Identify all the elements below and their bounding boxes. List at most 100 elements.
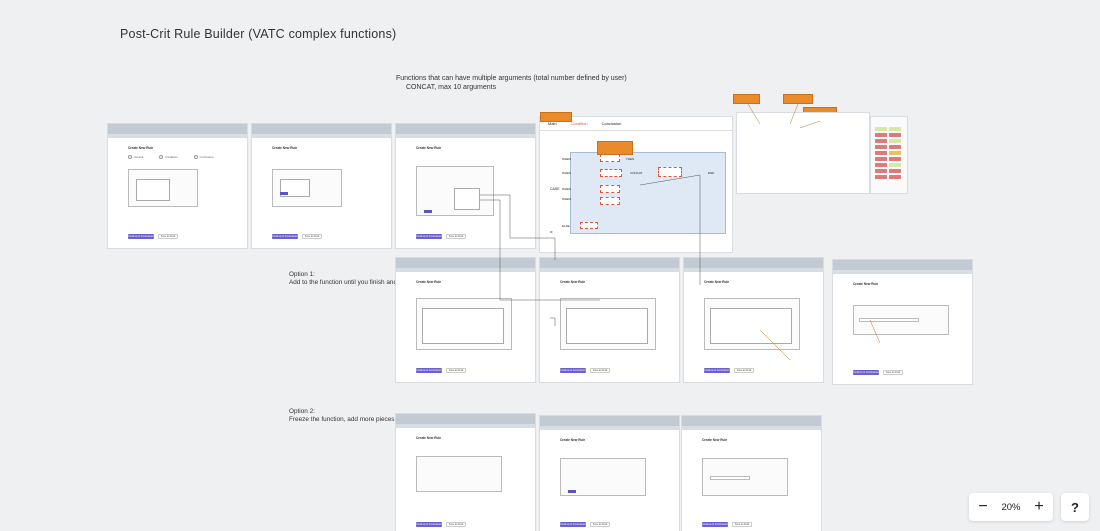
- frame-title: Create New Rule: [560, 438, 586, 442]
- save-draft-button[interactable]: Save as Draft: [590, 368, 610, 373]
- frame-steps: General Conditions Conclusions: [128, 155, 247, 159]
- tab-condition[interactable]: Condition: [571, 121, 588, 126]
- else-box[interactable]: [580, 222, 598, 229]
- condition-dropdown[interactable]: [422, 308, 504, 344]
- frame-title: Create New Rule: [416, 436, 442, 440]
- continue-button[interactable]: Continue to Conclusions: [416, 234, 442, 239]
- save-draft-button[interactable]: Save as Draft: [302, 234, 322, 239]
- save-draft-button[interactable]: Save as Draft: [446, 234, 466, 239]
- continue-button[interactable]: Continue to Conclusions: [416, 368, 442, 373]
- annotation-box: [733, 94, 760, 104]
- frame-header-bar: [396, 258, 535, 268]
- save-draft-button[interactable]: Save as Draft: [883, 370, 903, 375]
- continue-button[interactable]: Continue to Conclusions: [128, 234, 154, 239]
- step-conditions: Conditions: [159, 155, 178, 159]
- right-mock[interactable]: [737, 113, 869, 193]
- frame-header-bar: [396, 414, 535, 424]
- frame-row2-3[interactable]: Create New Rule Continue to Conclusions …: [684, 258, 823, 382]
- grid-cell: [875, 151, 887, 155]
- continue-button[interactable]: Continue to Conclusions: [704, 368, 730, 373]
- save-draft-button[interactable]: Save as Draft: [446, 522, 466, 527]
- frame-row3-2[interactable]: Create New Rule Continue to Conclusions …: [540, 416, 679, 531]
- frame-row1-2[interactable]: Create New Rule Continue to Conclusions …: [252, 124, 391, 248]
- grid-cell: [875, 139, 887, 143]
- frame-header-strip: [833, 270, 972, 274]
- frame-row3-1[interactable]: Create New Rule Continue to Conclusions …: [396, 414, 535, 531]
- frame-row2-4[interactable]: Create New Rule Continue to Conclusions …: [833, 260, 972, 384]
- end-label: END: [708, 171, 715, 175]
- condition-box-2[interactable]: [600, 169, 622, 177]
- grid-cell: [889, 169, 901, 173]
- save-draft-button[interactable]: Save as Draft: [732, 522, 752, 527]
- grid-cell: [875, 169, 887, 173]
- condition-dropdown[interactable]: [454, 188, 480, 210]
- step-label: General: [134, 155, 144, 159]
- frame-header-strip: [396, 424, 535, 428]
- selected-option[interactable]: [280, 192, 288, 195]
- save-draft-button[interactable]: Save as Draft: [446, 368, 466, 373]
- concat-arg-box[interactable]: [658, 167, 682, 177]
- grid-cell: [875, 163, 887, 167]
- save-draft-button[interactable]: Save as Draft: [734, 368, 754, 373]
- condition-dropdown[interactable]: [136, 179, 170, 201]
- frame-row2-2[interactable]: Create New Rule Continue to Conclusions …: [540, 258, 679, 382]
- condition-dropdown[interactable]: [710, 308, 792, 344]
- save-draft-button[interactable]: Save as Draft: [158, 234, 178, 239]
- zoom-in-button[interactable]: +: [1031, 499, 1047, 515]
- condition-input[interactable]: [710, 476, 750, 480]
- condition-input[interactable]: [859, 318, 919, 322]
- case-word: CASE: [550, 187, 560, 191]
- zoom-controls: − 20% +: [969, 493, 1053, 521]
- grid-cell: [889, 157, 901, 161]
- continue-button[interactable]: Continue to Conclusions: [272, 234, 298, 239]
- selected-option[interactable]: [568, 490, 576, 493]
- functions-note: Functions that can have multiple argumen…: [396, 74, 627, 92]
- zoom-level: 20%: [1001, 501, 1021, 513]
- continue-button[interactable]: Continue to Conclusions: [416, 522, 442, 527]
- frame-header-bar: [108, 124, 247, 134]
- condition-dropdown[interactable]: [566, 308, 648, 344]
- frame-title: Create New Rule: [560, 280, 586, 284]
- continue-button[interactable]: Continue to Conclusions: [702, 522, 728, 527]
- continue-button[interactable]: Continue to Conclusions: [560, 522, 586, 527]
- grid-cell: [889, 145, 901, 149]
- continue-button[interactable]: Continue to Conclusions: [560, 368, 586, 373]
- frame-header-strip: [108, 134, 247, 138]
- condition-box-3[interactable]: [600, 185, 620, 193]
- annotation-box: [783, 94, 813, 104]
- save-draft-button[interactable]: Save as Draft: [590, 522, 610, 527]
- frame-header-strip: [684, 268, 823, 272]
- frame-row1-3[interactable]: Create New Rule Continue to Conclusions …: [396, 124, 535, 248]
- frame-title: Create New Rule: [128, 146, 154, 150]
- frame-header-strip: [540, 268, 679, 272]
- grid-cell: [875, 175, 887, 179]
- frame-row1-1[interactable]: Create New Rule General Conditions Conclus…: [108, 124, 247, 248]
- tab-conclusion[interactable]: Conclusion: [602, 121, 622, 126]
- frame-header-bar: [396, 124, 535, 134]
- frame-title: Create New Rule: [272, 146, 298, 150]
- zoom-out-button[interactable]: −: [975, 499, 991, 515]
- frame-row2-1[interactable]: Create New Rule Continue to Conclusions …: [396, 258, 535, 382]
- continue-button[interactable]: Continue to Conclusions: [853, 370, 879, 375]
- help-button[interactable]: ?: [1061, 493, 1089, 521]
- when-label-1: WHEN: [562, 157, 572, 161]
- then-label: THEN: [626, 157, 635, 161]
- grid-cell: [889, 175, 901, 179]
- when-label-2: WHEN: [562, 171, 572, 175]
- annotation-box: [540, 112, 572, 122]
- functions-note-line1: Functions that can have multiple argumen…: [396, 75, 627, 82]
- frame-header-bar: [682, 416, 821, 426]
- step-conclusions: Conclusions: [193, 155, 214, 159]
- frame-row3-3[interactable]: Create New Rule Continue to Conclusions …: [682, 416, 821, 531]
- frame-header-strip: [682, 426, 821, 430]
- condition-box-1[interactable]: [600, 154, 620, 162]
- condition-box-4[interactable]: [600, 197, 620, 205]
- case-expression-mock[interactable]: Main Condition Conclusion CASE WHEN WHEN…: [540, 117, 732, 252]
- frame-header-bar: [684, 258, 823, 268]
- else-label: ELSE: [562, 224, 570, 228]
- selected-option[interactable]: [424, 210, 432, 213]
- frame-title: Create New Rule: [702, 438, 728, 442]
- frame-header-strip: [540, 426, 679, 430]
- grid-cell: [889, 163, 901, 167]
- frame-title: Create New Rule: [704, 280, 730, 284]
